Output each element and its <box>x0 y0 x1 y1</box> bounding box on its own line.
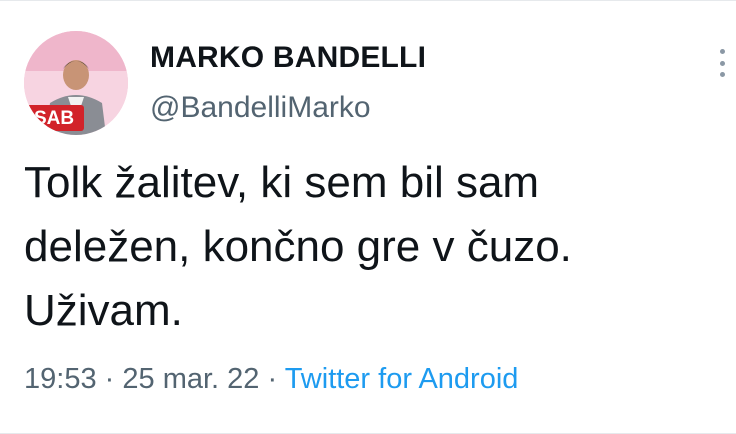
tweet-metadata: 19:53 · 25 mar. 22 · Twitter for Android <box>24 363 518 396</box>
meta-separator: · <box>267 363 278 395</box>
author-display-name[interactable]: MARKO BANDELLI <box>150 41 426 75</box>
tweet-text-line: Tolk žalitev, ki sem bil sam <box>24 158 540 207</box>
tweet-date[interactable]: 25 mar. 22 <box>122 363 259 395</box>
avatar-badge-text: SAB <box>34 108 74 129</box>
tweet-text: Tolk žalitev, ki sem bil sam deležen, kon… <box>24 151 714 343</box>
more-dot <box>719 72 725 77</box>
tweet-source-link[interactable]: Twitter for Android <box>285 363 519 395</box>
avatar-image: SAB <box>24 31 128 135</box>
more-dot <box>719 49 725 54</box>
author-avatar[interactable]: SAB <box>24 31 128 135</box>
tweet-card: SAB MARKO BANDELLI @BandelliMarko Tolk ž… <box>0 0 736 434</box>
tweet-text-line: deležen, končno gre v čuzo. <box>24 222 572 271</box>
author-handle[interactable]: @BandelliMarko <box>150 91 371 125</box>
tweet-text-line: Uživam. <box>24 286 183 335</box>
tweet-time[interactable]: 19:53 <box>24 363 97 395</box>
more-dot <box>719 60 725 66</box>
more-vertical-icon[interactable] <box>718 49 726 77</box>
meta-separator: · <box>104 363 115 395</box>
